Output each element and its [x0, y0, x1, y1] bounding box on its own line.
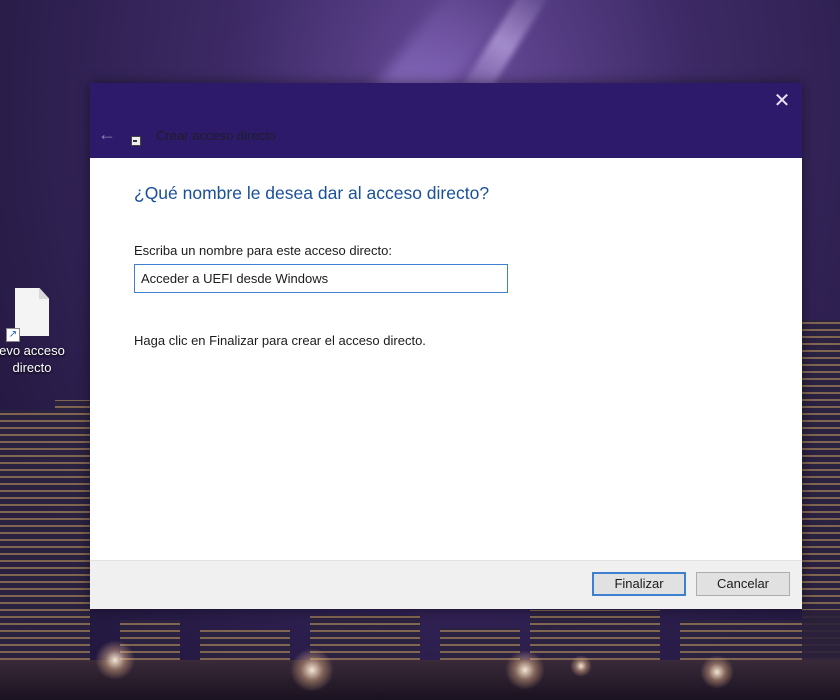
dialog-titlebar: ✕ ← Crear acceso directo [90, 83, 802, 158]
dialog-footer: Finalizar Cancelar [90, 560, 802, 609]
back-arrow-icon[interactable]: ← [96, 123, 118, 145]
city-light [505, 650, 545, 690]
shortcut-name-input[interactable] [134, 264, 508, 293]
finish-instruction: Haga clic en Finalizar para crear el acc… [134, 333, 426, 348]
cancel-button[interactable]: Cancelar [696, 572, 790, 596]
city-light [290, 648, 334, 692]
close-icon[interactable]: ✕ [768, 87, 796, 115]
desktop-shortcut-label-line1: evo acceso [0, 343, 65, 358]
shortcut-small-icon [131, 136, 141, 146]
building [55, 400, 90, 700]
city-light [95, 640, 135, 680]
dialog-title: Crear acceso directo [156, 128, 276, 143]
city-light [700, 655, 734, 689]
shortcut-arrow-icon: ↗ [6, 328, 20, 342]
dialog-heading: ¿Qué nombre le desea dar al acceso direc… [134, 183, 490, 203]
file-fold [39, 288, 49, 299]
shortcut-file-icon [15, 288, 49, 336]
create-shortcut-dialog: ✕ ← Crear acceso directo ¿Qué nombre le … [90, 83, 802, 609]
shortcut-name-label: Escriba un nombre para este acceso direc… [134, 243, 392, 258]
desktop-shortcut-label-line2: directo [12, 360, 52, 375]
desktop-background: evo acceso directo ↗ ✕ ← Crear acceso di… [0, 0, 840, 700]
building [0, 410, 55, 700]
city-light [570, 655, 592, 677]
finish-button[interactable]: Finalizar [592, 572, 686, 596]
